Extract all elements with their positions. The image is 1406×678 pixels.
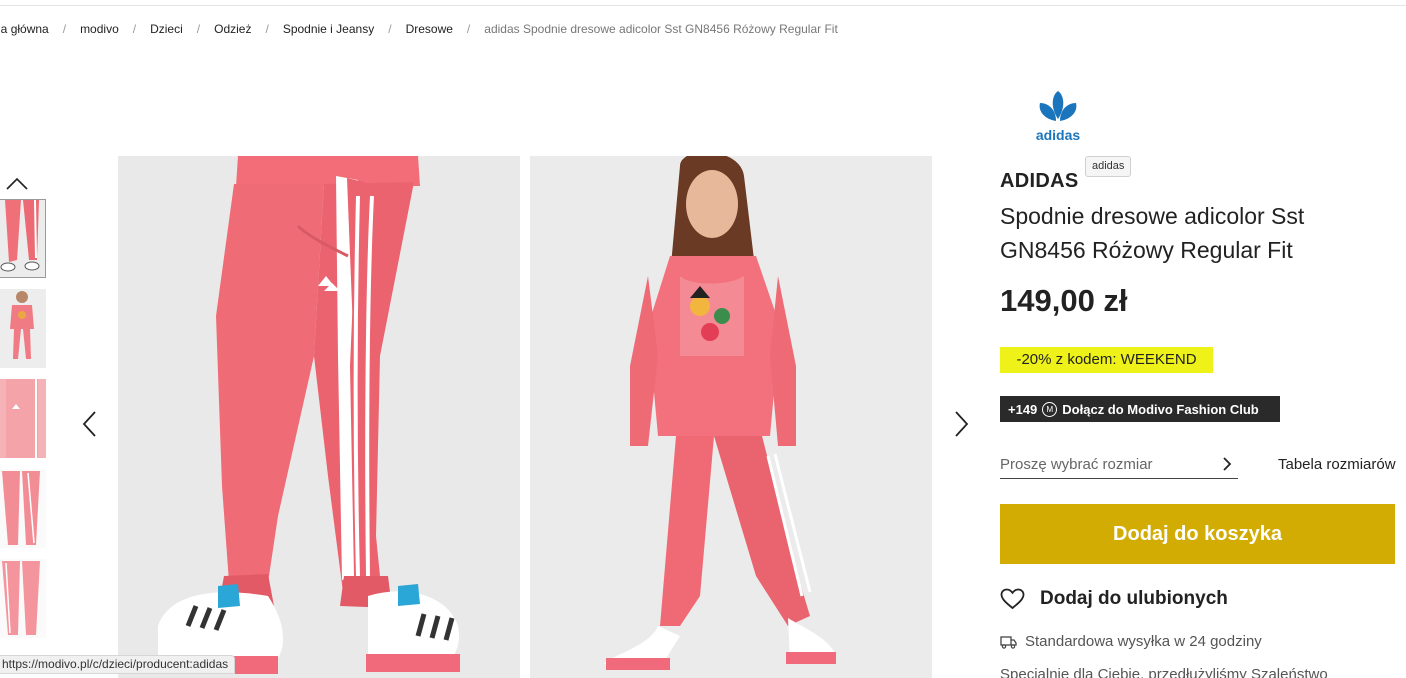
fashion-club-banner[interactable]: +149 M Dołącz do Modivo Fashion Club xyxy=(1000,396,1280,422)
club-points: +149 xyxy=(1008,401,1038,417)
product-price: 149,00 zł xyxy=(1000,283,1128,318)
status-bar-url: https://modivo.pl/c/dzieci/producent:adi… xyxy=(0,655,236,674)
logo-text: adidas xyxy=(1036,127,1081,143)
thumbnail-pants-legs xyxy=(0,200,45,277)
thumbnail-full-outfit xyxy=(0,289,46,368)
breadcrumb-separator: / xyxy=(196,22,201,36)
full-outfit-image xyxy=(530,156,932,678)
shipping-info: Standardowa wysyłka w 24 godziny xyxy=(1000,633,1262,650)
truck-icon xyxy=(1000,635,1017,649)
promo-code-badge: -20% z kodem: WEEKEND xyxy=(1000,347,1213,373)
breadcrumb-separator: / xyxy=(388,22,392,36)
heart-icon xyxy=(1000,588,1025,610)
thumbnail-flat-pants xyxy=(0,469,46,548)
modivo-club-icon: M xyxy=(1042,401,1058,417)
breadcrumb-kids[interactable]: Dzieci xyxy=(150,22,183,36)
club-label: Dołącz do Modivo Fashion Club xyxy=(1062,401,1259,417)
thumbnail-3[interactable] xyxy=(0,379,46,458)
breadcrumb-separator: / xyxy=(265,22,269,36)
thumbnail-5[interactable] xyxy=(0,559,46,638)
breadcrumb-sweatpants[interactable]: Dresowe xyxy=(406,22,453,36)
add-to-wishlist-button[interactable]: Dodaj do ulubionych xyxy=(1000,588,1228,610)
breadcrumb-clothing[interactable]: Odzież xyxy=(214,22,251,36)
thumbnail-4[interactable] xyxy=(0,469,46,548)
shipping-label: Standardowa wysyłka w 24 godziny xyxy=(1025,633,1262,650)
chevron-right-icon[interactable] xyxy=(951,409,971,439)
wishlist-label: Dodaj do ulubionych xyxy=(1040,588,1228,609)
breadcrumb-home[interactable]: Strona główna xyxy=(0,22,49,36)
thumbnail-detail xyxy=(0,379,46,458)
breadcrumb-separator: / xyxy=(466,22,471,36)
breadcrumb-modivo[interactable]: modivo xyxy=(80,22,119,36)
thumbnail-flat-pants-back xyxy=(0,559,46,638)
brand-name[interactable]: ADIDAS xyxy=(1000,170,1078,193)
chevron-up-icon[interactable] xyxy=(5,175,29,193)
brand-tooltip: adidas xyxy=(1085,156,1132,177)
adidas-logo[interactable]: adidas xyxy=(1030,89,1086,143)
top-divider xyxy=(0,5,1406,6)
thumbnail-2[interactable] xyxy=(0,289,46,368)
promo-extra-text: Specjalnie dla Ciebie, przedłużyliśmy Sz… xyxy=(1000,666,1328,678)
add-to-cart-button[interactable]: Dodaj do koszyka xyxy=(1000,504,1395,564)
product-image-2[interactable] xyxy=(530,156,932,678)
breadcrumb-separator: / xyxy=(132,22,137,36)
breadcrumb-separator: / xyxy=(62,22,67,36)
size-chart-link[interactable]: Tabela rozmiarów xyxy=(1278,456,1396,473)
product-title: Spodnie dresowe adicolor Sst GN8456 Różo… xyxy=(1000,203,1305,263)
pants-closeup-image xyxy=(118,156,520,678)
breadcrumb-trousers[interactable]: Spodnie i Jeansy xyxy=(283,22,374,36)
trefoil-logo-icon: adidas xyxy=(1036,91,1081,143)
size-select[interactable]: Proszę wybrać rozmiar xyxy=(1000,454,1238,479)
chevron-right-icon xyxy=(1223,457,1232,471)
product-image-1[interactable] xyxy=(118,156,520,678)
chevron-left-icon[interactable] xyxy=(80,409,100,439)
breadcrumb: Strona główna / modivo / Dzieci / Odzież… xyxy=(0,21,838,37)
thumbnail-1[interactable] xyxy=(0,199,46,278)
breadcrumb-current: adidas Spodnie dresowe adicolor Sst GN84… xyxy=(484,22,838,36)
size-select-placeholder: Proszę wybrać rozmiar xyxy=(1000,455,1153,473)
